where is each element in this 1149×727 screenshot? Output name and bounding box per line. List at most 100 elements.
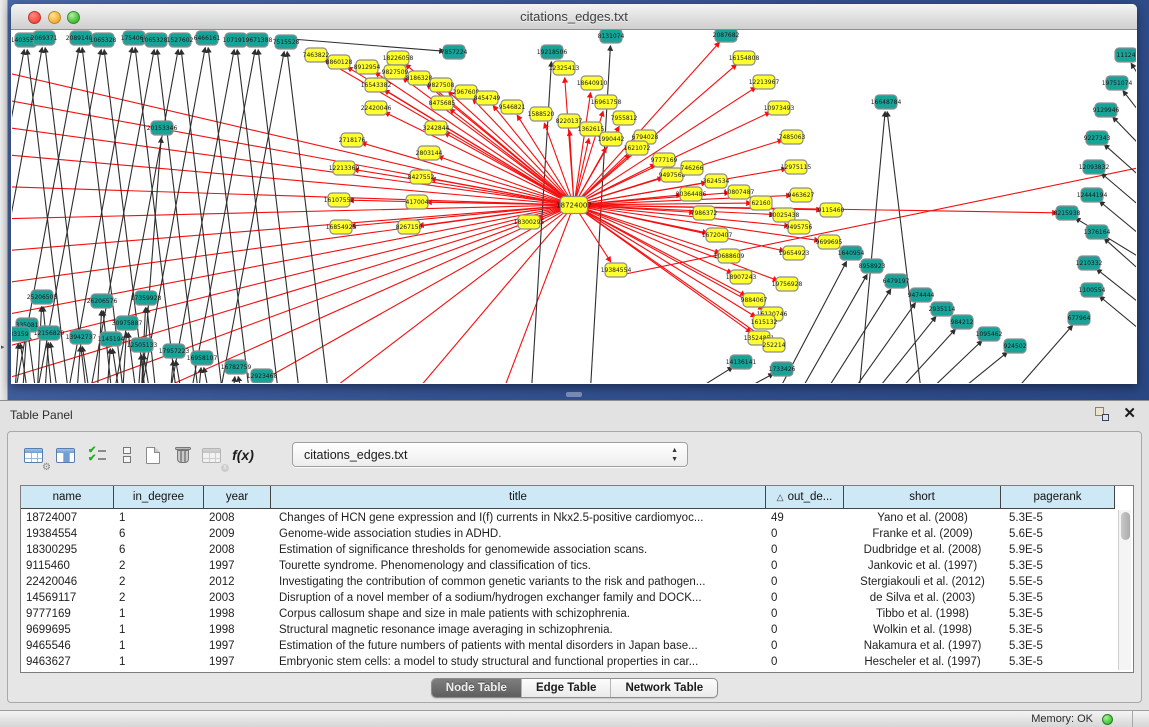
- graph-node-1145194[interactable]: 1145194: [98, 332, 125, 346]
- graph-node-30975887[interactable]: 30975887: [112, 316, 143, 330]
- graph-node-17359928[interactable]: 17359928: [131, 291, 162, 305]
- graph-node-1733426[interactable]: 1733426: [769, 362, 796, 376]
- graph-node-7986372[interactable]: 7986372: [691, 206, 718, 220]
- collapsed-panel-rail[interactable]: ▸: [0, 0, 8, 400]
- graph-node-9827509[interactable]: 9827509: [382, 65, 409, 79]
- graph-node-2069371[interactable]: 2069371: [31, 31, 58, 45]
- tab-node-table[interactable]: Node Table: [432, 679, 522, 697]
- show-columns-icon[interactable]: [52, 442, 78, 468]
- graph-node-18300295[interactable]: 18300295: [514, 215, 545, 229]
- vertical-scrollbar[interactable]: [1118, 510, 1131, 670]
- close-panel-icon[interactable]: ✕: [1123, 404, 1136, 422]
- table-selector-dropdown[interactable]: citations_edges.txt ▲▼: [292, 442, 688, 467]
- graph-node-2935114[interactable]: 2935114: [929, 302, 956, 316]
- graph-node-16543382[interactable]: 16543382: [361, 78, 392, 92]
- tab-edge-table[interactable]: Edge Table: [522, 679, 612, 697]
- graph-node-16107552[interactable]: 16107552: [324, 193, 355, 207]
- table-row[interactable]: 2242004622012Investigating the contribut…: [21, 574, 1115, 590]
- graph-node-7485063[interactable]: 7485063: [779, 130, 806, 144]
- scrollbar-thumb[interactable]: [1121, 512, 1130, 540]
- delete-column-icon[interactable]: [170, 442, 196, 468]
- table-row[interactable]: 911546021997Tourette syndrome. Phenomeno…: [21, 558, 1115, 574]
- unselect-all-columns-icon[interactable]: [114, 442, 140, 468]
- graph-node-12505133[interactable]: 12505133: [127, 338, 158, 352]
- graph-node-3624534[interactable]: 3624534: [703, 174, 730, 188]
- graph-node-25206505[interactable]: 25206505: [27, 290, 58, 304]
- graph-node-1588520[interactable]: 1588520: [528, 107, 555, 121]
- graph-node-9827508[interactable]: 9827508: [428, 78, 455, 92]
- graph-node-417004[interactable]: 417004: [406, 195, 429, 209]
- column-header-pagerank[interactable]: pagerank: [1001, 486, 1115, 508]
- graph-node-16720407[interactable]: 16720407: [702, 228, 733, 242]
- graph-node-9115460[interactable]: 9115460: [818, 203, 845, 217]
- graph-node-8131074[interactable]: 8131074: [598, 30, 625, 43]
- graph-node-7955812[interactable]: 7955812: [611, 111, 638, 125]
- graph-node-2803144[interactable]: 2803144: [416, 146, 443, 160]
- graph-node-8475685[interactable]: 8475685: [429, 96, 456, 110]
- graph-node-8454749[interactable]: 8454749: [474, 91, 501, 105]
- graph-node-6479197[interactable]: 6479197: [883, 274, 910, 288]
- graph-node-7515528[interactable]: 7515528: [273, 35, 300, 49]
- table-row[interactable]: 1872400712008Changes of HCN gene express…: [21, 510, 1115, 526]
- network-window-titlebar[interactable]: citations_edges.txt: [11, 4, 1137, 30]
- graph-node-9227343[interactable]: 9227343: [1084, 131, 1111, 145]
- table-row[interactable]: 977716911998Corpus callosum shape and si…: [21, 606, 1115, 622]
- graph-node-9463627[interactable]: 9463627: [788, 188, 815, 202]
- graph-node-8215938[interactable]: 8215938: [1054, 206, 1081, 220]
- graph-node-9546821[interactable]: 9546821: [499, 100, 526, 114]
- graph-node-20153346[interactable]: 20153346: [147, 121, 178, 135]
- graph-node-16854925[interactable]: 16854925: [326, 220, 357, 234]
- graph-node-2718176[interactable]: 2718176: [339, 133, 366, 147]
- graph-node-1640954[interactable]: 1640954: [838, 246, 865, 260]
- graph-node-9699695[interactable]: 9699695: [816, 235, 843, 249]
- graph-node-7857224[interactable]: 7857224: [441, 45, 468, 59]
- float-panel-icon[interactable]: [1095, 407, 1109, 421]
- column-header-short[interactable]: short: [844, 486, 1001, 508]
- tab-network-table[interactable]: Network Table: [611, 679, 717, 697]
- graph-node-12923468[interactable]: 12923468: [247, 369, 278, 383]
- graph-node-16958107[interactable]: 16958107: [187, 351, 218, 365]
- graph-node-22420046[interactable]: 22420046: [361, 101, 392, 115]
- graph-node-19218506[interactable]: 19218506: [537, 45, 568, 59]
- graph-node-26206576[interactable]: 26206576: [87, 294, 118, 308]
- graph-node-1621072[interactable]: 1621072: [624, 141, 651, 155]
- graph-node-62160[interactable]: 62160: [750, 196, 772, 210]
- graph-node-8958923[interactable]: 8958923: [859, 259, 886, 273]
- graph-node-9777169[interactable]: 9777169: [651, 153, 678, 167]
- graph-node-19654923[interactable]: 19654923: [779, 246, 810, 260]
- graph-node-9474444[interactable]: 9474444: [908, 288, 935, 302]
- graph-node-19751074[interactable]: 19751074: [1102, 76, 1133, 90]
- graph-node-10973493[interactable]: 10973493: [764, 101, 795, 115]
- graph-node-2087682[interactable]: 2087682: [713, 30, 740, 42]
- graph-node-677964[interactable]: 677964: [1068, 311, 1091, 325]
- horizontal-splitter-handle[interactable]: [566, 392, 582, 397]
- graph-node-20364486[interactable]: 20364486: [676, 187, 707, 201]
- table-row[interactable]: 1456911722003Disruption of a novel membe…: [21, 590, 1115, 606]
- graph-node-10688609[interactable]: 10688609: [714, 249, 745, 263]
- table-row[interactable]: 1830029562008Estimation of significance …: [21, 542, 1115, 558]
- table-row[interactable]: 946362711997Embryonic stem cells: a mode…: [21, 654, 1115, 670]
- column-header-out-de[interactable]: △out_de...: [766, 486, 844, 508]
- graph-node-9884067[interactable]: 9884067: [741, 293, 768, 307]
- table-mode-icon[interactable]: ⚙: [20, 442, 46, 468]
- graph-node-1095462[interactable]: 1095462: [976, 327, 1003, 341]
- graph-node-16782759[interactable]: 16782759: [221, 360, 252, 374]
- graph-node-18724007[interactable]: 18724007: [556, 197, 592, 214]
- graph-node-8427552[interactable]: 8427552: [408, 170, 435, 184]
- table-row[interactable]: 1938455462009Genome-wide association stu…: [21, 526, 1115, 542]
- graph-node-6466161[interactable]: 6466161: [194, 31, 221, 45]
- graph-node-12213369[interactable]: 12213369: [329, 161, 360, 175]
- table-row[interactable]: 969969511998Structural magnetic resonanc…: [21, 622, 1115, 638]
- graph-node-9129946[interactable]: 9129946: [1093, 103, 1120, 117]
- graph-node-18907243[interactable]: 18907243: [726, 270, 757, 284]
- graph-node-8267150[interactable]: 8267150: [396, 220, 423, 234]
- graph-node-1527602[interactable]: 1527602: [167, 33, 194, 47]
- create-column-icon[interactable]: [140, 442, 166, 468]
- graph-node-11124[interactable]: 11124: [1115, 48, 1136, 62]
- graph-node-1990442[interactable]: 1990442: [598, 132, 625, 146]
- column-header-in-degree[interactable]: in_degree: [114, 486, 204, 508]
- graph-node-14136141[interactable]: 14136141: [726, 355, 757, 369]
- graph-node-8860128[interactable]: 8860128: [326, 55, 353, 69]
- graph-node-9495756[interactable]: 9495756: [786, 220, 813, 234]
- graph-node-984212[interactable]: 984212: [951, 315, 974, 329]
